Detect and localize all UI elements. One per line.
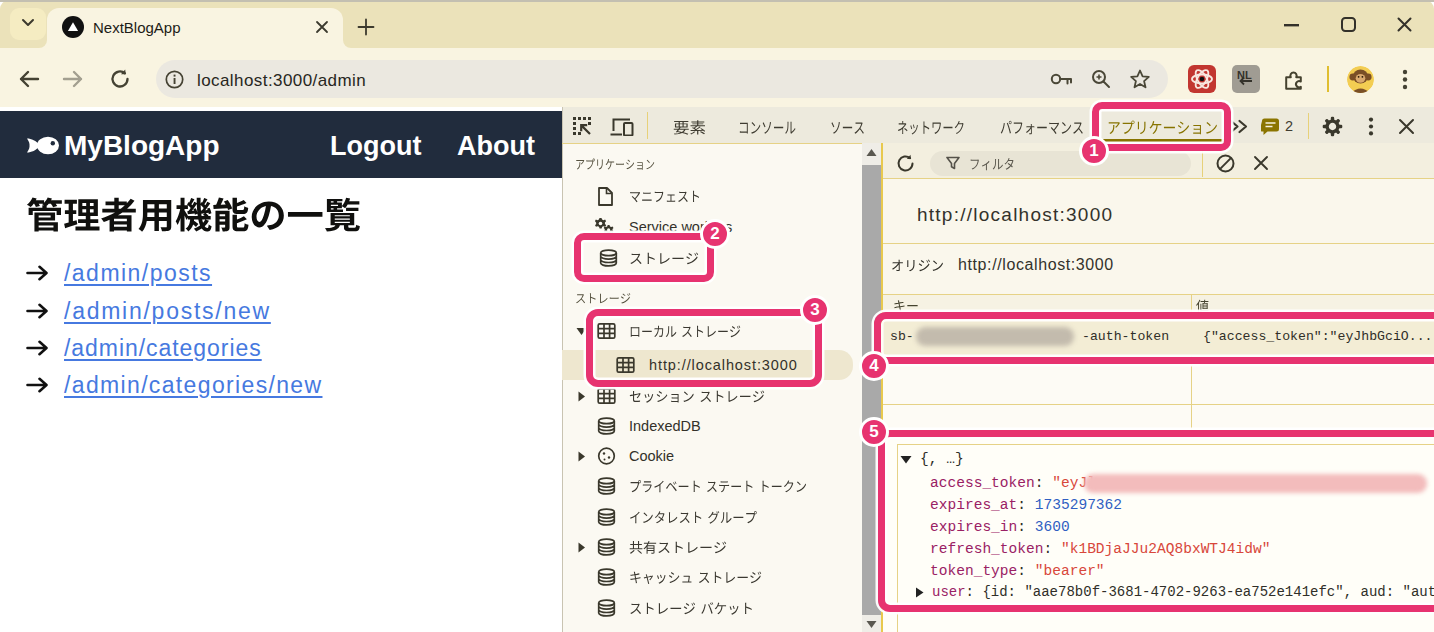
svg-text:NL: NL (1237, 69, 1252, 81)
